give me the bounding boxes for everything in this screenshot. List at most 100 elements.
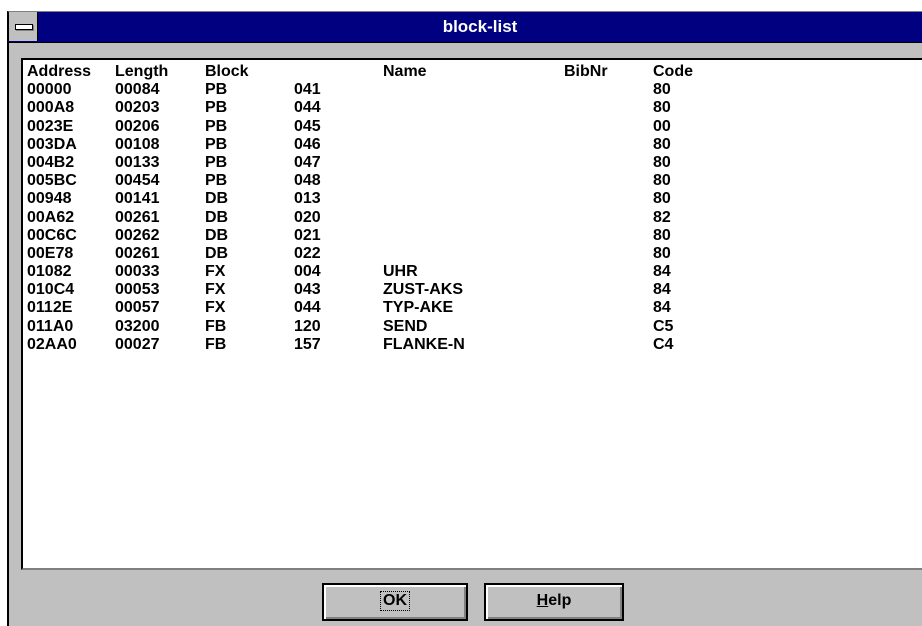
- list-item[interactable]: 004B2 00133 PB 047 80: [23, 154, 922, 172]
- cell-length: 00454: [115, 172, 160, 190]
- cell-block: PB: [205, 117, 228, 135]
- cell-address: 011A0: [27, 317, 74, 335]
- list-item[interactable]: 01082 00033 FX 004 UHR 84: [23, 263, 922, 281]
- cell-number: 021: [294, 226, 321, 244]
- cell-number: 046: [294, 135, 321, 153]
- list-item[interactable]: 010C4 00053 FX 043 ZUST-AKS 84: [23, 281, 922, 299]
- cell-code: 84: [653, 299, 671, 317]
- cell-name: SEND: [383, 317, 428, 335]
- cell-number: 044: [294, 299, 321, 317]
- cell-block: PB: [205, 153, 228, 171]
- header-code: Code: [653, 63, 693, 80]
- list-item[interactable]: 0023E 00206 PB 045 00: [23, 118, 922, 136]
- list-rows: 00000 00084 PB 041 80 000A8 00203 PB 044 80 0023E 0…: [23, 81, 922, 354]
- block-listbox[interactable]: Address Length Block Name BibNr Code 000…: [21, 58, 922, 570]
- cell-address: 003DA: [27, 135, 77, 153]
- cell-block: FX: [205, 263, 226, 281]
- header-length: Length: [115, 63, 169, 80]
- cell-address: 00948: [27, 190, 72, 208]
- help-label-rest: elp: [548, 592, 572, 609]
- cell-number: 157: [294, 335, 321, 353]
- list-item[interactable]: 00C6C 00262 DB 021 80: [23, 227, 922, 245]
- cell-number: 043: [294, 281, 321, 299]
- list-item[interactable]: 000A8 00203 PB 044 80: [23, 99, 922, 117]
- list-item[interactable]: 02AA0 00027 FB 157 FLANKE-N C4: [23, 336, 922, 354]
- cell-length: 00027: [115, 335, 160, 353]
- cell-block: FB: [205, 317, 227, 335]
- title-bar[interactable]: block-list: [9, 12, 922, 43]
- list-item[interactable]: 011A0 03200 FB 120 SEND C5: [23, 318, 922, 336]
- cell-length: 00206: [115, 117, 160, 135]
- ok-button-label: OK: [380, 591, 410, 611]
- cell-length: 00261: [115, 244, 160, 262]
- list-item[interactable]: 00E78 00261 DB 022 80: [23, 245, 922, 263]
- cell-number: 041: [294, 81, 321, 99]
- cell-block: FX: [205, 299, 226, 317]
- cell-address: 004B2: [27, 153, 75, 171]
- cell-block: DB: [205, 208, 229, 226]
- cell-code: 84: [653, 263, 671, 281]
- ok-button[interactable]: OK: [322, 583, 468, 621]
- header-name: Name: [383, 63, 427, 80]
- list-item[interactable]: 005BC 00454 PB 048 80: [23, 172, 922, 190]
- cell-code: 00: [653, 117, 671, 135]
- cell-address: 005BC: [27, 172, 77, 190]
- cell-code: 80: [653, 172, 671, 190]
- cell-code: 80: [653, 81, 671, 99]
- cell-address: 00C6C: [27, 226, 77, 244]
- cell-length: 00053: [115, 281, 160, 299]
- cell-length: 00084: [115, 81, 160, 99]
- cell-length: 00108: [115, 135, 160, 153]
- cell-block: DB: [205, 190, 229, 208]
- cell-block: PB: [205, 172, 228, 190]
- cell-code: 82: [653, 208, 671, 226]
- cell-number: 013: [294, 190, 321, 208]
- cell-block: DB: [205, 226, 229, 244]
- cell-code: 80: [653, 226, 671, 244]
- cell-length: 03200: [115, 317, 160, 335]
- cell-code: 80: [653, 190, 671, 208]
- list-item[interactable]: 00000 00084 PB 041 80: [23, 81, 922, 99]
- cell-address: 00000: [27, 81, 72, 99]
- cell-name: TYP-AKE: [383, 299, 454, 317]
- cell-address: 000A8: [27, 99, 75, 117]
- window-title: block-list: [442, 17, 518, 36]
- list-item[interactable]: 003DA 00108 PB 046 80: [23, 136, 922, 154]
- cell-length: 00057: [115, 299, 160, 317]
- cell-number: 004: [294, 263, 321, 281]
- help-mnemonic: H: [536, 592, 549, 609]
- cell-block: FX: [205, 281, 226, 299]
- list-item[interactable]: 0112E 00057 FX 044 TYP-AKE 84: [23, 299, 922, 317]
- cell-block: PB: [205, 135, 228, 153]
- system-menu-bar-glyph: [15, 24, 33, 30]
- cell-number: 120: [294, 317, 321, 335]
- list-header: Address Length Block Name BibNr Code: [23, 63, 922, 81]
- cell-address: 01082: [27, 263, 72, 281]
- cell-name: FLANKE-N: [383, 335, 465, 353]
- list-item[interactable]: 00948 00141 DB 013 80: [23, 190, 922, 208]
- cell-block: PB: [205, 81, 228, 99]
- cell-address: 0023E: [27, 117, 74, 135]
- cell-name: UHR: [383, 263, 418, 281]
- cell-block: DB: [205, 244, 229, 262]
- system-menu-icon[interactable]: [9, 12, 38, 41]
- list-item[interactable]: 00A62 00261 DB 020 82: [23, 209, 922, 227]
- cell-length: 00133: [115, 153, 160, 171]
- cell-number: 020: [294, 208, 321, 226]
- help-button[interactable]: Help: [484, 583, 624, 621]
- cell-code: 80: [653, 244, 671, 262]
- cell-address: 02AA0: [27, 335, 77, 353]
- cell-length: 00203: [115, 99, 160, 117]
- cell-code: C5: [653, 317, 674, 335]
- cell-number: 022: [294, 244, 321, 262]
- cell-address: 00E78: [27, 244, 74, 262]
- cell-address: 0112E: [27, 299, 73, 317]
- header-bibnr: BibNr: [564, 63, 608, 80]
- cell-code: C4: [653, 335, 674, 353]
- cell-name: ZUST-AKS: [383, 281, 463, 299]
- block-list-dialog: block-list Address Length Block Name Bib…: [7, 11, 922, 626]
- cell-number: 044: [294, 99, 321, 117]
- cell-block: PB: [205, 99, 228, 117]
- cell-code: 80: [653, 99, 671, 117]
- cell-code: 80: [653, 153, 671, 171]
